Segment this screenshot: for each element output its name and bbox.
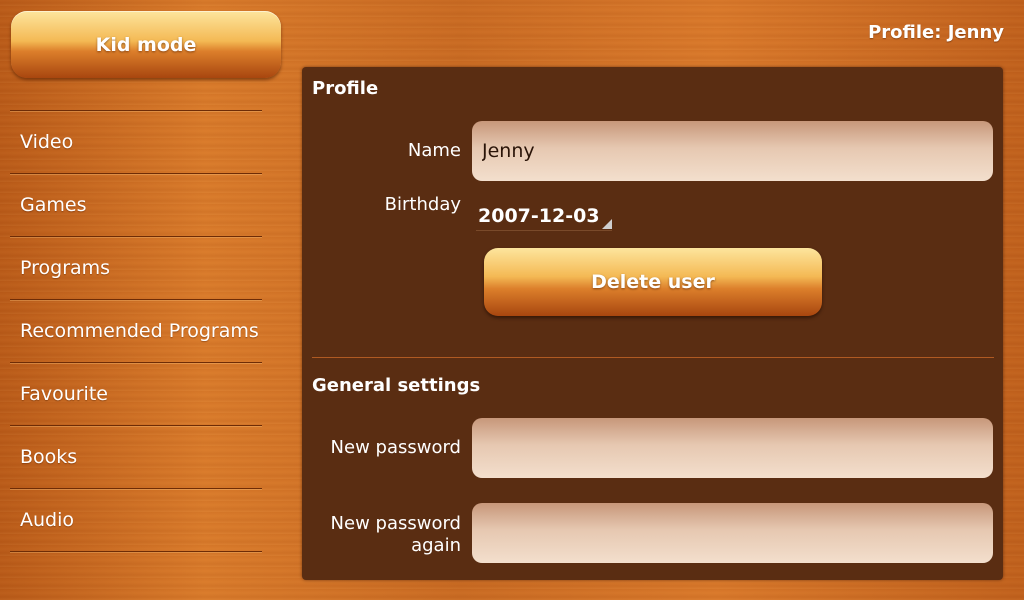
sidebar-item-label: Recommended Programs xyxy=(20,320,259,342)
dropdown-corner-icon xyxy=(602,219,612,229)
sidebar-item-games[interactable]: Games xyxy=(10,174,262,236)
general-settings-title: General settings xyxy=(312,375,481,396)
sidebar-item-label: Audio xyxy=(20,509,75,531)
new-password-again-label: New password again xyxy=(330,513,461,556)
sidebar-item-label: Programs xyxy=(20,257,111,279)
sidebar-item-label: Games xyxy=(20,194,87,216)
kid-mode-button[interactable]: Kid mode xyxy=(11,11,281,78)
settings-panel: Profile Name Birthday 2007-12-03 Delete … xyxy=(302,67,1003,580)
delete-user-button[interactable]: Delete user xyxy=(484,248,822,316)
birthday-picker[interactable]: 2007-12-03 xyxy=(476,201,612,231)
sidebar-item-audio[interactable]: Audio xyxy=(10,489,262,551)
sidebar-item-favourite[interactable]: Favourite xyxy=(10,363,262,425)
name-field[interactable] xyxy=(472,121,993,181)
birthday-label: Birthday xyxy=(384,194,461,215)
divider xyxy=(10,551,262,552)
sidebar-item-label: Video xyxy=(20,131,74,153)
new-password-again-field[interactable] xyxy=(472,503,993,563)
profile-indicator: Profile: Jenny xyxy=(868,22,1004,43)
sidebar-item-label: Favourite xyxy=(20,383,108,405)
birthday-value: 2007-12-03 xyxy=(478,204,600,227)
sidebar-item-video[interactable]: Video xyxy=(10,111,262,173)
sidebar-menu: Video Games Programs Recommended Program… xyxy=(10,110,262,552)
sidebar-item-label: Books xyxy=(20,446,78,468)
section-divider xyxy=(312,357,994,358)
sidebar-item-programs[interactable]: Programs xyxy=(10,237,262,299)
name-label: Name xyxy=(407,140,461,161)
new-password-label: New password xyxy=(330,437,461,458)
new-password-field[interactable] xyxy=(472,418,993,478)
sidebar-item-books[interactable]: Books xyxy=(10,426,262,488)
sidebar-item-recommended-programs[interactable]: Recommended Programs xyxy=(10,300,262,362)
profile-section-title: Profile xyxy=(312,78,379,99)
